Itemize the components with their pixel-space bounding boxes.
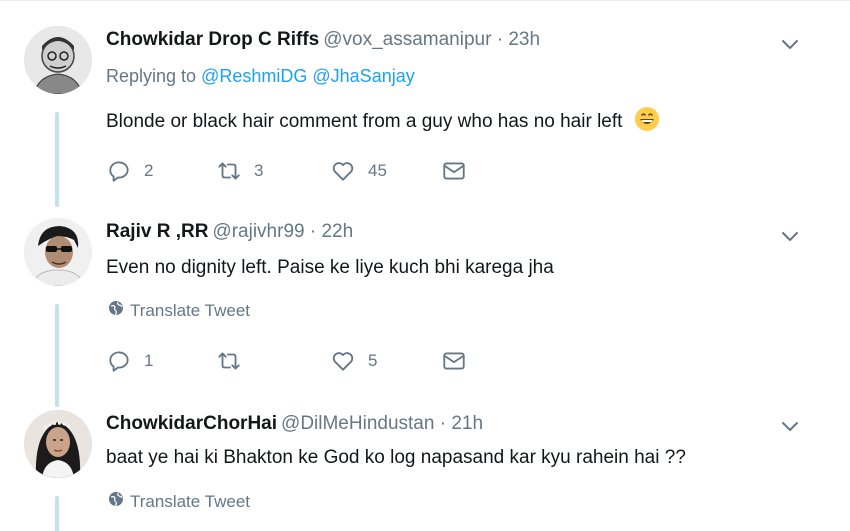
- tweet-header: Rajiv R ,RR @rajivhr99 · 22h: [106, 220, 353, 244]
- globe-icon: [108, 300, 130, 321]
- tweet[interactable]: Rajiv R ,RR @rajivhr99 · 22h Even no dign…: [0, 200, 850, 407]
- globe-icon: [108, 491, 130, 512]
- tweet-text: baat ye hai ki Bhakton ke God ko log nap…: [106, 447, 686, 468]
- retweet-count: 3: [254, 161, 264, 180]
- reply-button[interactable]: 1: [106, 348, 153, 374]
- tweet-text-body: Blonde or black hair comment from a guy …: [106, 111, 623, 132]
- like-icon: [330, 348, 356, 374]
- display-name[interactable]: Chowkidar Drop C Riffs: [106, 29, 319, 50]
- avatar[interactable]: [24, 218, 92, 286]
- thread-line: [55, 112, 59, 207]
- avatar[interactable]: [24, 26, 92, 94]
- message-button[interactable]: [441, 348, 467, 374]
- tweet-actions: 1 5: [106, 348, 486, 376]
- retweet-button[interactable]: [216, 348, 254, 374]
- tweet-header: Chowkidar Drop C Riffs @vox_assamanipur ·…: [106, 28, 540, 52]
- replying-to: Replying to @ReshmiDG @JhaSanjay: [106, 66, 415, 87]
- user-handle[interactable]: @rajivhr99: [212, 221, 304, 242]
- separator: ·: [496, 29, 504, 50]
- user-handle[interactable]: @DilMeHindustan: [281, 413, 434, 434]
- timestamp[interactable]: 22h: [321, 221, 353, 242]
- reply-count: 1: [144, 351, 154, 370]
- reply-icon: [106, 348, 132, 374]
- like-count: 5: [368, 351, 378, 370]
- user-handle[interactable]: @vox_assamanipur: [323, 29, 491, 50]
- retweet-button[interactable]: 3: [216, 158, 263, 184]
- chevron-down-icon[interactable]: [778, 224, 802, 248]
- mention-link[interactable]: @JhaSanjay: [312, 66, 414, 86]
- tweet-actions: 2 3 45: [106, 158, 486, 186]
- grinning-face-emoji: [634, 106, 660, 132]
- avatar[interactable]: [24, 410, 92, 478]
- thread-line: [55, 496, 59, 531]
- mention-link[interactable]: @ReshmiDG: [201, 66, 307, 86]
- display-name[interactable]: Rajiv R ,RR: [106, 221, 208, 242]
- like-button[interactable]: 5: [330, 348, 377, 374]
- like-icon: [330, 158, 356, 184]
- thread-line: [55, 304, 59, 407]
- retweet-icon: [216, 158, 242, 184]
- timestamp[interactable]: 21h: [451, 413, 483, 434]
- separator: ·: [439, 413, 447, 434]
- like-button[interactable]: 45: [330, 158, 387, 184]
- reply-icon: [106, 158, 132, 184]
- tweet-header: ChowkidarChorHai @DilMeHindustan · 21h: [106, 412, 483, 436]
- timestamp[interactable]: 23h: [508, 29, 540, 50]
- translate-tweet-link[interactable]: Translate Tweet: [108, 491, 250, 512]
- message-button[interactable]: [441, 158, 467, 184]
- chevron-down-icon[interactable]: [778, 32, 802, 56]
- separator: ·: [309, 221, 317, 242]
- tweet[interactable]: ChowkidarChorHai @DilMeHindustan · 21h ba…: [0, 400, 850, 531]
- retweet-icon: [216, 348, 242, 374]
- message-icon: [441, 348, 467, 374]
- message-icon: [441, 158, 467, 184]
- reply-count: 2: [144, 161, 154, 180]
- display-name[interactable]: ChowkidarChorHai: [106, 413, 277, 434]
- like-count: 45: [368, 161, 387, 180]
- translate-label: Translate Tweet: [130, 300, 251, 320]
- translate-label: Translate Tweet: [130, 491, 251, 511]
- translate-tweet-link[interactable]: Translate Tweet: [108, 300, 250, 321]
- tweet-feed: Chowkidar Drop C Riffs @vox_assamanipur ·…: [0, 0, 850, 531]
- chevron-down-icon[interactable]: [778, 414, 802, 438]
- tweet-text: Blonde or black hair comment from a guy …: [106, 106, 660, 134]
- replying-prefix: Replying to: [106, 66, 197, 86]
- tweet-text: Even no dignity left. Paise ke liye kuch…: [106, 257, 554, 278]
- tweet[interactable]: Chowkidar Drop C Riffs @vox_assamanipur ·…: [0, 0, 850, 207]
- reply-button[interactable]: 2: [106, 158, 153, 184]
